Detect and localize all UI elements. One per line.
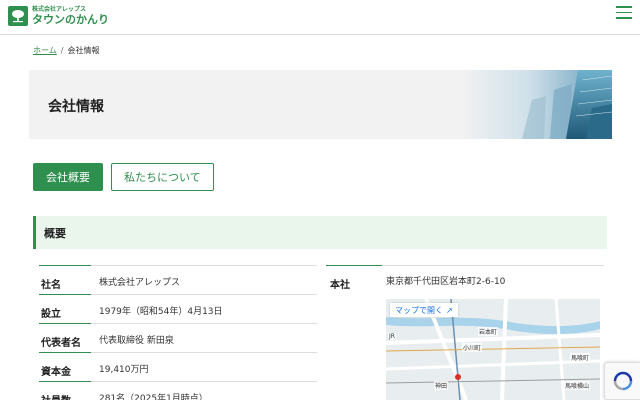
breadcrumb-home-link[interactable]: ホーム — [33, 45, 57, 56]
map-label: 神田 — [434, 381, 449, 390]
row-value: 代表取締役 新田泉 — [99, 336, 174, 346]
row-value: 1979年（昭和54年）4月13日 — [99, 307, 223, 317]
external-link-icon: ↗ — [446, 305, 453, 315]
embedded-map[interactable]: マップで開く ↗ 岩本町 小川町 馬喰町 神田 馬喰横山 JR — [386, 299, 600, 400]
row-key: 設立 — [41, 309, 61, 320]
open-in-maps-link[interactable]: マップで開く ↗ — [390, 303, 458, 317]
section-heading-overview: 概要 — [33, 216, 607, 249]
open-in-maps-label: マップで開く — [395, 305, 443, 315]
map-label: 馬喰町 — [570, 353, 591, 362]
site-logo[interactable]: 株式会社アレップス タウンのかんり — [8, 6, 109, 26]
hamburger-menu-icon[interactable] — [616, 6, 632, 20]
page-title: 会社情報 — [48, 99, 104, 115]
company-tabs: 会社概要 私たちについて — [33, 163, 222, 191]
recaptcha-badge[interactable] — [604, 362, 640, 400]
table-row: 設立 1979年（昭和54年）4月13日 — [39, 294, 317, 323]
map-label: 小川町 — [462, 343, 483, 352]
breadcrumb-current: 会社情報 — [67, 46, 100, 55]
table-row: 資本金 19,410万円 — [39, 352, 317, 381]
row-key: 資本金 — [41, 367, 71, 378]
page-hero: 会社情報 — [29, 70, 612, 139]
breadcrumb-separator: / — [60, 46, 64, 55]
row-value: 株式会社アレップス — [99, 278, 181, 288]
row-key: 代表者名 — [41, 338, 81, 349]
site-header: 株式会社アレップス タウンのかんり — [0, 0, 640, 35]
breadcrumb: ホーム / 会社情報 — [33, 45, 99, 56]
table-row: 社員数 281名（2025年1月時点） — [39, 381, 317, 400]
map-label: JR — [388, 333, 396, 340]
hq-address: 東京都千代田区岩本町2-6-10 — [386, 277, 506, 287]
map-label: 馬喰横山 — [564, 381, 591, 390]
hq-key: 本社 — [330, 280, 350, 291]
row-value: 281名（2025年1月時点） — [99, 394, 208, 400]
table-row: 代表者名 代表取締役 新田泉 — [39, 323, 317, 352]
tab-about-us[interactable]: 私たちについて — [111, 163, 214, 191]
page: 株式会社アレップス タウンのかんり ホーム / 会社情報 会社情報 会社概要 私… — [0, 0, 640, 400]
headquarters-row: 本社 東京都千代田区岩本町2-6-10 — [326, 265, 604, 291]
row-key: 社員数 — [39, 382, 99, 400]
tab-company-overview[interactable]: 会社概要 — [33, 163, 103, 191]
row-key: 社名 — [41, 280, 61, 291]
table-row: 社名 株式会社アレップス — [39, 265, 317, 294]
row-value: 19,410万円 — [99, 365, 149, 375]
logo-text: 株式会社アレップス タウンのかんり — [32, 7, 109, 26]
recaptcha-icon — [613, 371, 632, 391]
section-title: 概要 — [44, 227, 66, 240]
company-info-table: 社名 株式会社アレップス 設立 1979年（昭和54年）4月13日 代表者名 代… — [39, 265, 317, 400]
tree-logo-icon — [8, 6, 28, 26]
map-label: 岩本町 — [478, 327, 499, 336]
buildings-hero-image — [462, 70, 612, 139]
logo-brand-name: タウンのかんり — [32, 13, 109, 26]
